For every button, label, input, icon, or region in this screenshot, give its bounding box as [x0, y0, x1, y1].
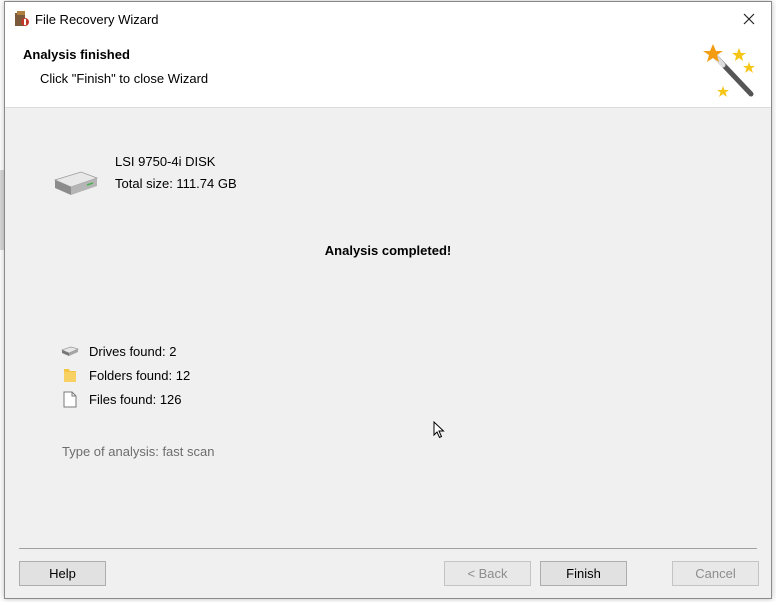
folder-icon: [64, 369, 76, 382]
close-icon: [743, 13, 755, 25]
magic-wand-icon: [703, 44, 755, 97]
footer-divider: [19, 548, 757, 549]
file-icon: [63, 391, 77, 407]
analysis-status: Analysis completed!: [324, 243, 452, 258]
wizard-header: Analysis finished Click "Finish" to clos…: [5, 36, 771, 108]
header-title: Analysis finished: [23, 47, 130, 62]
drive-icon: [61, 346, 79, 356]
stat-folders-found: Folders found: 12: [61, 365, 190, 385]
stat-label: Folders found: 12: [89, 367, 191, 383]
disk-total-size: Total size: 111.74 GB: [115, 176, 237, 191]
disk-name: LSI 9750-4i DISK: [115, 154, 216, 169]
app-icon: [15, 11, 29, 26]
stat-drives-found: Drives found: 2: [61, 341, 176, 361]
hard-drive-icon: [53, 171, 99, 195]
title-bar[interactable]: File Recovery Wizard: [5, 2, 771, 36]
window-title: File Recovery Wizard: [35, 12, 159, 27]
mouse-cursor-icon: [433, 421, 445, 439]
finish-button[interactable]: Finish: [540, 561, 627, 586]
stat-files-found: Files found: 126: [61, 389, 182, 409]
stat-label: Files found: 126: [89, 391, 182, 407]
cancel-button[interactable]: Cancel: [672, 561, 759, 586]
close-button[interactable]: [727, 2, 771, 36]
back-button[interactable]: < Back: [444, 561, 531, 586]
analysis-type: Type of analysis: fast scan: [62, 444, 215, 459]
header-subtitle: Click "Finish" to close Wizard: [40, 71, 209, 86]
stat-label: Drives found: 2: [89, 343, 177, 359]
file-recovery-wizard-dialog: File Recovery Wizard Analysis finished C…: [4, 1, 772, 599]
help-button[interactable]: Help: [19, 561, 106, 586]
